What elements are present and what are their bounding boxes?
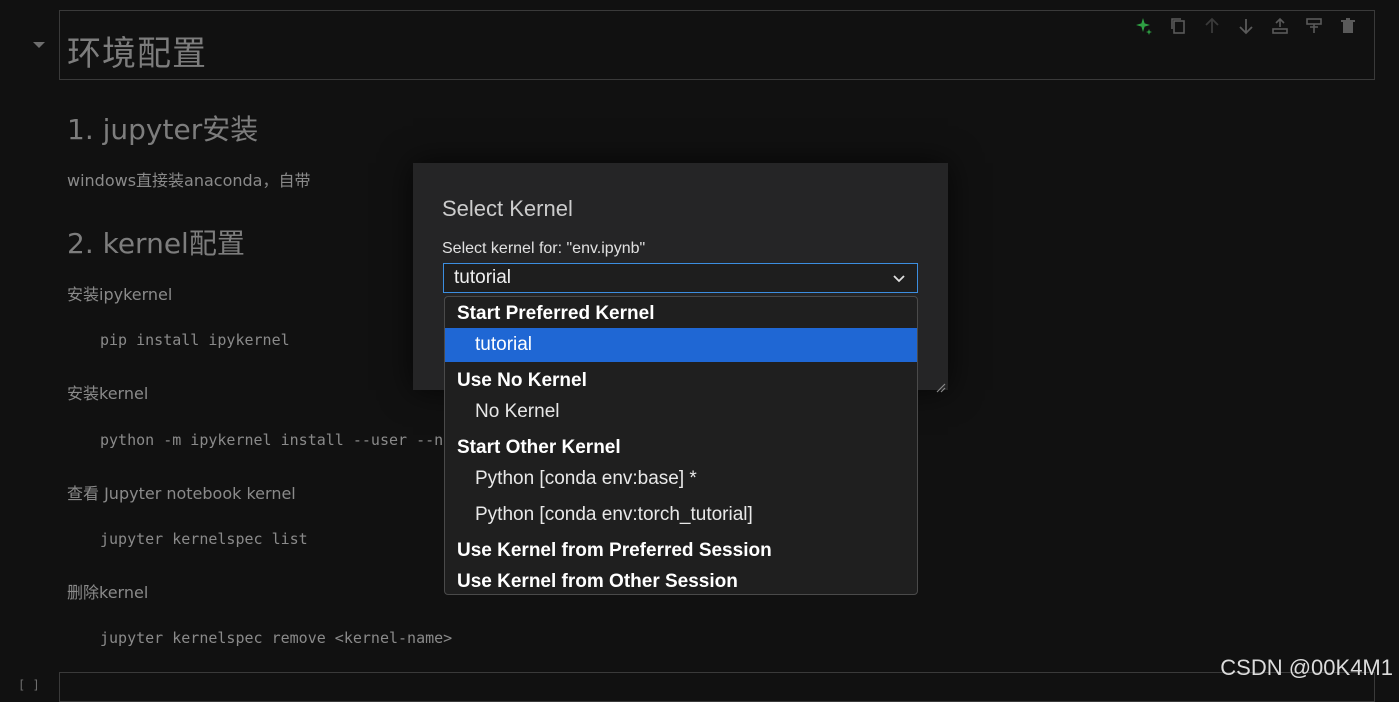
next-cell-frame[interactable]	[59, 672, 1375, 702]
dialog-title: Select Kernel	[442, 196, 573, 221]
kernel-select-value: tutorial	[454, 267, 512, 288]
option-conda-base[interactable]: Python [conda env:base] *	[445, 462, 917, 496]
step1-text: 安装ipykernel	[67, 285, 173, 304]
step4-text: 删除kernel	[67, 583, 149, 602]
watermark: CSDN @00K4M1	[1220, 655, 1393, 680]
dialog-label: Select kernel for: "env.ipynb"	[442, 240, 646, 257]
cell-toolbar	[1134, 16, 1358, 36]
execution-count: [ ]	[18, 678, 40, 692]
section1-heading: 1. jupyter安装	[67, 113, 259, 146]
insert-below-icon[interactable]	[1270, 16, 1290, 36]
notebook-heading: 环境配置	[67, 34, 207, 74]
step2-text: 安装kernel	[67, 384, 149, 403]
arrow-up-icon[interactable]	[1202, 16, 1222, 36]
step1-code: pip install ipykernel	[100, 331, 290, 349]
group-other-session[interactable]: Use Kernel from Other Session	[457, 571, 738, 593]
option-no-kernel[interactable]: No Kernel	[445, 395, 917, 429]
chevron-down-icon[interactable]	[891, 270, 907, 286]
split-cell-icon[interactable]	[1304, 16, 1324, 36]
step4-code: jupyter kernelspec remove <kernel-name>	[100, 629, 453, 647]
collapse-cell-icon[interactable]	[33, 42, 45, 48]
group-preferred-session[interactable]: Use Kernel from Preferred Session	[457, 540, 772, 562]
section2-heading: 2. kernel配置	[67, 227, 245, 260]
step3-code: jupyter kernelspec list	[100, 530, 308, 548]
step2-code: python -m ipykernel install --user --n	[100, 431, 444, 449]
group-preferred-kernel: Start Preferred Kernel	[457, 303, 655, 324]
group-no-kernel: Use No Kernel	[457, 370, 587, 391]
sparkle-icon[interactable]	[1134, 16, 1154, 36]
trash-icon[interactable]	[1338, 16, 1358, 36]
group-other-kernel: Start Other Kernel	[457, 437, 621, 458]
arrow-down-icon[interactable]	[1236, 16, 1256, 36]
kernel-listbox[interactable]: Start Preferred Kernel tutorial Use No K…	[444, 296, 918, 595]
section1-text: windows直接装anaconda，自带	[67, 171, 311, 190]
kernel-select[interactable]: tutorial	[443, 263, 918, 293]
option-tutorial[interactable]: tutorial	[445, 328, 917, 362]
resize-grip-icon[interactable]	[936, 378, 946, 393]
copy-icon[interactable]	[1168, 16, 1188, 36]
step3-text: 查看 Jupyter notebook kernel	[67, 484, 296, 503]
option-conda-torch[interactable]: Python [conda env:torch_tutorial]	[445, 498, 917, 532]
